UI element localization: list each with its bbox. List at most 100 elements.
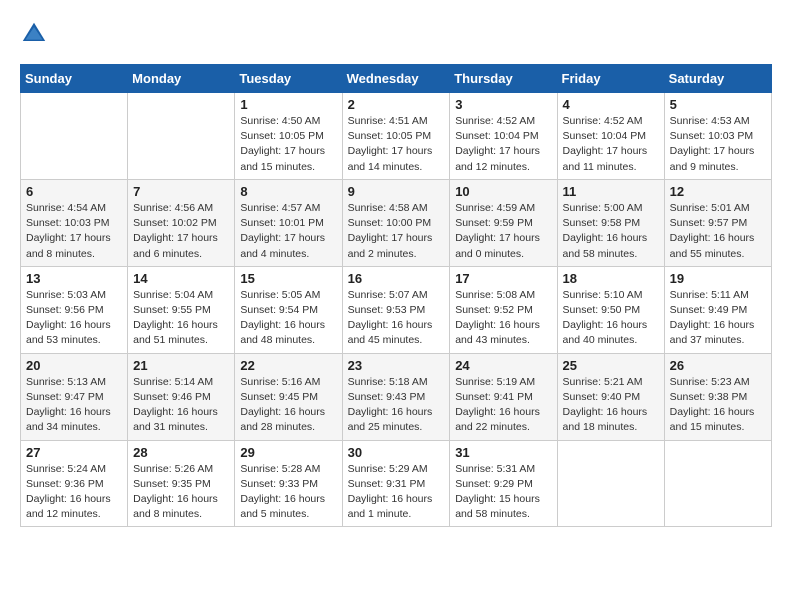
day-number: 18 (563, 271, 659, 286)
calendar-cell: 14Sunrise: 5:04 AM Sunset: 9:55 PM Dayli… (128, 266, 235, 353)
calendar-cell: 17 Sunrise: 5:08 AM Sunset: 9:52 PM Dayli… (450, 266, 557, 353)
day-number: 7 (133, 184, 229, 199)
week-row-1: 1 Sunrise: 4:50 AM Sunset: 10:05 PM Dayli… (21, 93, 772, 180)
calendar-cell: 20 Sunrise: 5:13 AM Sunset: 9:47 PM Dayli… (21, 353, 128, 440)
day-detail: Sunrise: 5:13 AM Sunset: 9:47 PM Dayligh… (26, 375, 122, 436)
calendar-body: 1 Sunrise: 4:50 AM Sunset: 10:05 PM Dayli… (21, 93, 772, 527)
calendar-cell: 10 Sunrise: 4:59 AM Sunset: 9:59 PM Dayli… (450, 179, 557, 266)
calendar-cell: 31 Sunrise: 5:31 AM Sunset: 9:29 PM Dayli… (450, 440, 557, 527)
calendar-cell: 7 Sunrise: 4:56 AM Sunset: 10:02 PM Dayli… (128, 179, 235, 266)
day-number: 12 (670, 184, 766, 199)
calendar-cell: 15 Sunrise: 5:05 AM Sunset: 9:54 PM Dayli… (235, 266, 342, 353)
day-number: 9 (348, 184, 445, 199)
day-number: 8 (240, 184, 336, 199)
calendar-cell: 21 Sunrise: 5:14 AM Sunset: 9:46 PM Dayli… (128, 353, 235, 440)
day-detail: Sunrise: 5:11 AM Sunset: 9:49 PM Dayligh… (670, 288, 766, 349)
day-detail: Sunrise: 5:19 AM Sunset: 9:41 PM Dayligh… (455, 375, 551, 436)
day-detail: Sunrise: 5:03 AM Sunset: 9:56 PM Dayligh… (26, 288, 122, 349)
calendar-cell (557, 440, 664, 527)
calendar-cell: 6Sunrise: 4:54 AM Sunset: 10:03 PM Dayli… (21, 179, 128, 266)
day-number: 27 (26, 445, 122, 460)
weekday-header-wednesday: Wednesday (342, 65, 450, 93)
day-detail: Sunrise: 5:28 AM Sunset: 9:33 PM Dayligh… (240, 462, 336, 523)
day-detail: Sunrise: 5:08 AM Sunset: 9:52 PM Dayligh… (455, 288, 551, 349)
day-number: 21 (133, 358, 229, 373)
day-number: 10 (455, 184, 551, 199)
weekday-row: SundayMondayTuesdayWednesdayThursdayFrid… (21, 65, 772, 93)
day-detail: Sunrise: 4:54 AM Sunset: 10:03 PM Daylig… (26, 201, 122, 262)
calendar-cell: 11Sunrise: 5:00 AM Sunset: 9:58 PM Dayli… (557, 179, 664, 266)
calendar-cell: 27 Sunrise: 5:24 AM Sunset: 9:36 PM Dayli… (21, 440, 128, 527)
week-row-3: 13Sunrise: 5:03 AM Sunset: 9:56 PM Dayli… (21, 266, 772, 353)
day-detail: Sunrise: 5:26 AM Sunset: 9:35 PM Dayligh… (133, 462, 229, 523)
day-number: 3 (455, 97, 551, 112)
day-detail: Sunrise: 5:18 AM Sunset: 9:43 PM Dayligh… (348, 375, 445, 436)
weekday-header-friday: Friday (557, 65, 664, 93)
day-detail: Sunrise: 5:00 AM Sunset: 9:58 PM Dayligh… (563, 201, 659, 262)
day-detail: Sunrise: 4:56 AM Sunset: 10:02 PM Daylig… (133, 201, 229, 262)
calendar-cell: 29 Sunrise: 5:28 AM Sunset: 9:33 PM Dayli… (235, 440, 342, 527)
day-detail: Sunrise: 5:23 AM Sunset: 9:38 PM Dayligh… (670, 375, 766, 436)
calendar-cell: 26Sunrise: 5:23 AM Sunset: 9:38 PM Dayli… (664, 353, 771, 440)
calendar-cell: 8 Sunrise: 4:57 AM Sunset: 10:01 PM Dayli… (235, 179, 342, 266)
day-number: 29 (240, 445, 336, 460)
day-detail: Sunrise: 5:16 AM Sunset: 9:45 PM Dayligh… (240, 375, 336, 436)
calendar-cell: 9Sunrise: 4:58 AM Sunset: 10:00 PM Dayli… (342, 179, 450, 266)
day-detail: Sunrise: 4:53 AM Sunset: 10:03 PM Daylig… (670, 114, 766, 175)
calendar-cell: 22 Sunrise: 5:16 AM Sunset: 9:45 PM Dayli… (235, 353, 342, 440)
weekday-header-tuesday: Tuesday (235, 65, 342, 93)
calendar-cell: 4 Sunrise: 4:52 AM Sunset: 10:04 PM Dayli… (557, 93, 664, 180)
calendar-cell: 2 Sunrise: 4:51 AM Sunset: 10:05 PM Dayli… (342, 93, 450, 180)
day-number: 25 (563, 358, 659, 373)
calendar-cell: 13Sunrise: 5:03 AM Sunset: 9:56 PM Dayli… (21, 266, 128, 353)
day-detail: Sunrise: 4:57 AM Sunset: 10:01 PM Daylig… (240, 201, 336, 262)
day-detail: Sunrise: 5:14 AM Sunset: 9:46 PM Dayligh… (133, 375, 229, 436)
week-row-5: 27 Sunrise: 5:24 AM Sunset: 9:36 PM Dayli… (21, 440, 772, 527)
logo (20, 20, 52, 48)
day-number: 4 (563, 97, 659, 112)
calendar-cell: 25 Sunrise: 5:21 AM Sunset: 9:40 PM Dayli… (557, 353, 664, 440)
day-detail: Sunrise: 5:21 AM Sunset: 9:40 PM Dayligh… (563, 375, 659, 436)
calendar-table: SundayMondayTuesdayWednesdayThursdayFrid… (20, 64, 772, 527)
day-detail: Sunrise: 4:59 AM Sunset: 9:59 PM Dayligh… (455, 201, 551, 262)
day-detail: Sunrise: 5:04 AM Sunset: 9:55 PM Dayligh… (133, 288, 229, 349)
day-number: 24 (455, 358, 551, 373)
calendar-cell (21, 93, 128, 180)
logo-icon (20, 20, 48, 48)
page-header (20, 20, 772, 48)
calendar-cell: 16Sunrise: 5:07 AM Sunset: 9:53 PM Dayli… (342, 266, 450, 353)
calendar-cell: 12 Sunrise: 5:01 AM Sunset: 9:57 PM Dayli… (664, 179, 771, 266)
day-detail: Sunrise: 4:51 AM Sunset: 10:05 PM Daylig… (348, 114, 445, 175)
day-detail: Sunrise: 5:31 AM Sunset: 9:29 PM Dayligh… (455, 462, 551, 523)
day-number: 1 (240, 97, 336, 112)
day-number: 20 (26, 358, 122, 373)
day-detail: Sunrise: 4:52 AM Sunset: 10:04 PM Daylig… (563, 114, 659, 175)
day-number: 16 (348, 271, 445, 286)
calendar-cell (128, 93, 235, 180)
calendar-cell: 28 Sunrise: 5:26 AM Sunset: 9:35 PM Dayli… (128, 440, 235, 527)
weekday-header-sunday: Sunday (21, 65, 128, 93)
weekday-header-saturday: Saturday (664, 65, 771, 93)
calendar-cell: 5Sunrise: 4:53 AM Sunset: 10:03 PM Dayli… (664, 93, 771, 180)
day-number: 30 (348, 445, 445, 460)
day-number: 17 (455, 271, 551, 286)
calendar-cell: 18 Sunrise: 5:10 AM Sunset: 9:50 PM Dayli… (557, 266, 664, 353)
week-row-4: 20 Sunrise: 5:13 AM Sunset: 9:47 PM Dayli… (21, 353, 772, 440)
day-number: 22 (240, 358, 336, 373)
day-detail: Sunrise: 5:10 AM Sunset: 9:50 PM Dayligh… (563, 288, 659, 349)
week-row-2: 6Sunrise: 4:54 AM Sunset: 10:03 PM Dayli… (21, 179, 772, 266)
day-number: 31 (455, 445, 551, 460)
day-number: 23 (348, 358, 445, 373)
calendar-cell: 24 Sunrise: 5:19 AM Sunset: 9:41 PM Dayli… (450, 353, 557, 440)
day-detail: Sunrise: 5:01 AM Sunset: 9:57 PM Dayligh… (670, 201, 766, 262)
day-detail: Sunrise: 4:50 AM Sunset: 10:05 PM Daylig… (240, 114, 336, 175)
calendar-cell: 3 Sunrise: 4:52 AM Sunset: 10:04 PM Dayli… (450, 93, 557, 180)
day-number: 2 (348, 97, 445, 112)
day-detail: Sunrise: 5:24 AM Sunset: 9:36 PM Dayligh… (26, 462, 122, 523)
day-detail: Sunrise: 4:52 AM Sunset: 10:04 PM Daylig… (455, 114, 551, 175)
calendar-cell: 19Sunrise: 5:11 AM Sunset: 9:49 PM Dayli… (664, 266, 771, 353)
day-number: 15 (240, 271, 336, 286)
weekday-header-monday: Monday (128, 65, 235, 93)
day-detail: Sunrise: 5:05 AM Sunset: 9:54 PM Dayligh… (240, 288, 336, 349)
day-number: 28 (133, 445, 229, 460)
